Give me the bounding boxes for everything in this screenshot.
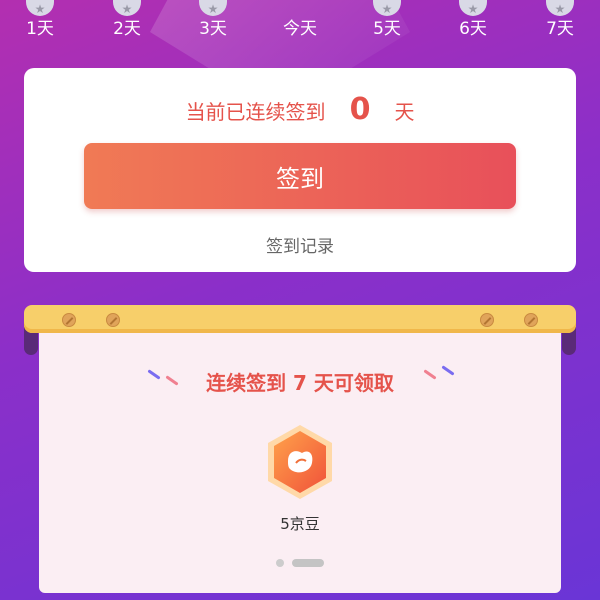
- day-item-7: ★ 7天: [530, 0, 590, 40]
- star-icon: ★: [113, 0, 141, 16]
- star-icon: ★: [26, 0, 54, 16]
- day-item-2: ★ 2天: [97, 0, 157, 40]
- streak-status: 当前已连续签到 0 天: [24, 92, 576, 127]
- star-icon: ★: [459, 0, 487, 16]
- screw-icon: [62, 313, 76, 327]
- page-indicator: [39, 559, 561, 567]
- page-dot-active[interactable]: [292, 559, 324, 567]
- day-item-6: ★ 6天: [443, 0, 503, 40]
- star-icon: ★: [199, 0, 227, 16]
- streak-prefix: 当前已连续签到: [185, 100, 326, 124]
- day-label: 今天: [283, 19, 317, 39]
- day-item-1: ★ 1天: [10, 0, 70, 40]
- day-label: 2天: [113, 19, 141, 39]
- signin-record-link[interactable]: 签到记录: [24, 232, 576, 257]
- day-item-3: ★ 3天: [183, 0, 243, 40]
- reward-paper: 连续签到 7 天可领取 5京豆: [39, 331, 561, 593]
- day-strip: ★ 1天 ★ 2天 ★ 3天 ★ 今天 ★ 5天 ★ 6天 ★ 7天: [0, 0, 600, 56]
- star-icon: ★: [373, 0, 401, 16]
- scroll-rod: [24, 305, 576, 333]
- streak-suffix: 天: [394, 100, 415, 124]
- day-label: 1天: [26, 19, 54, 39]
- screw-icon: [524, 313, 538, 327]
- day-label: 5天: [373, 19, 401, 39]
- reward-scroll-panel: 连续签到 7 天可领取 5京豆: [24, 305, 576, 600]
- day-label: 6天: [459, 19, 487, 39]
- screw-icon: [106, 313, 120, 327]
- star-icon: ★: [546, 0, 574, 16]
- signin-button[interactable]: 签到: [84, 143, 516, 209]
- reward-item-label: 5京豆: [280, 515, 320, 533]
- signin-card: 当前已连续签到 0 天 签到 签到记录: [24, 68, 576, 272]
- streak-count: 0: [349, 92, 371, 127]
- day-item-5: ★ 5天: [357, 0, 417, 40]
- day-label: 3天: [199, 19, 227, 39]
- page-dot[interactable]: [276, 559, 284, 567]
- reward-title: 连续签到 7 天可领取: [206, 371, 394, 395]
- day-item-today: ★ 今天: [270, 0, 330, 40]
- screw-icon: [480, 313, 494, 327]
- bean-icon: [266, 423, 334, 501]
- day-label: 7天: [546, 19, 574, 39]
